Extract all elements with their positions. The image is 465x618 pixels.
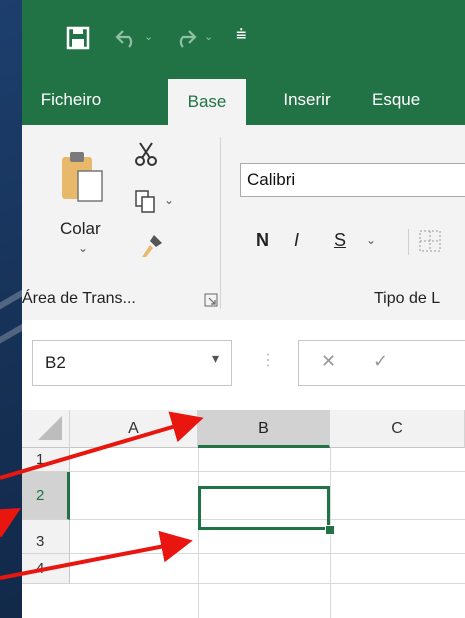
arrow-to-cell bbox=[0, 530, 193, 580]
annotation-arrows bbox=[0, 411, 204, 580]
arrow-to-column-header bbox=[0, 411, 204, 480]
arrow-to-row-header bbox=[0, 508, 21, 538]
